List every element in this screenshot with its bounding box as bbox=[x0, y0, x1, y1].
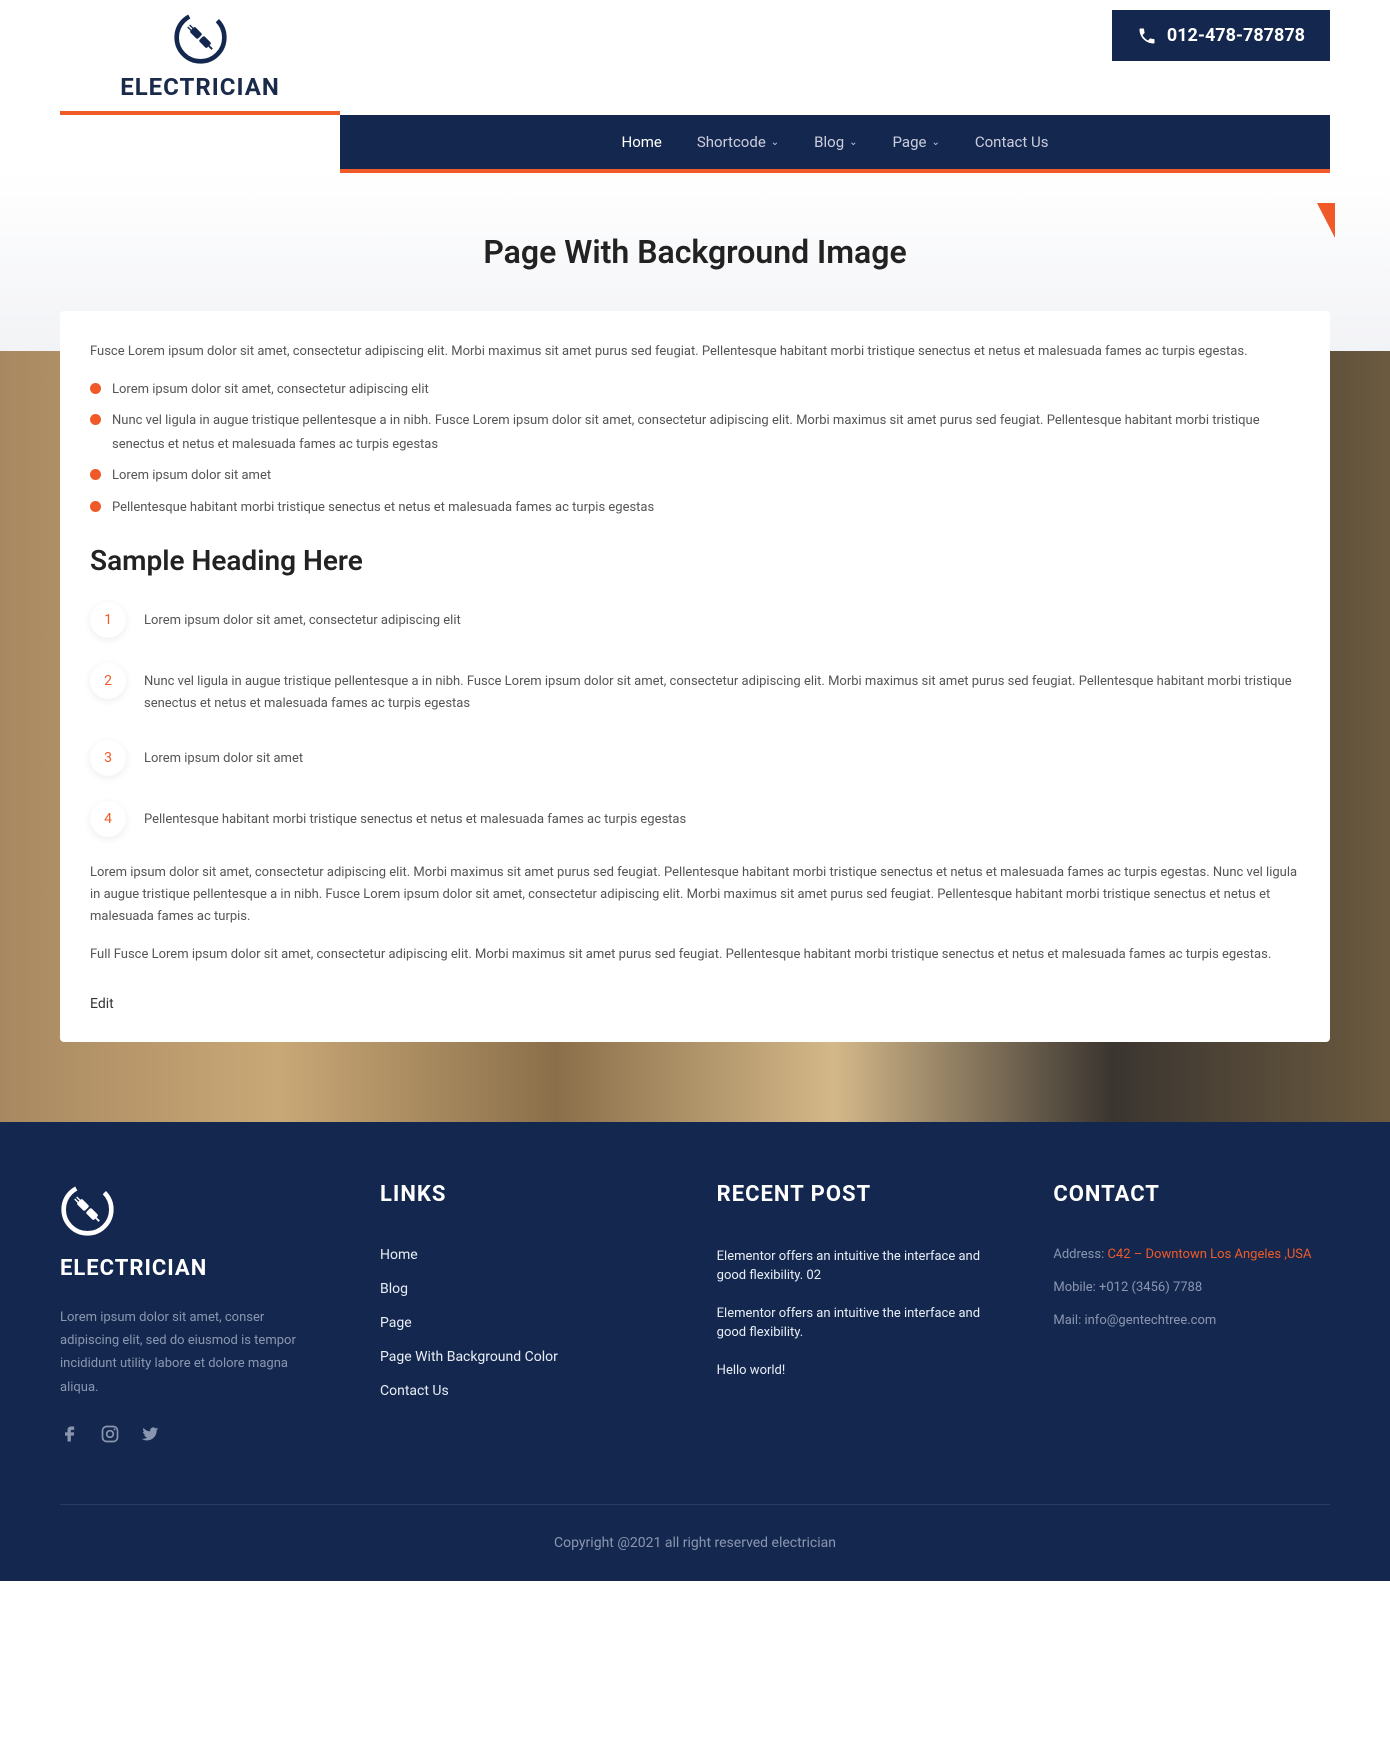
recent-post-link[interactable]: Hello world! bbox=[717, 1361, 994, 1381]
numbered-list: 1Lorem ipsum dolor sit amet, consectetur… bbox=[90, 602, 1300, 837]
numbered-item: 3Lorem ipsum dolor sit amet bbox=[90, 740, 1300, 776]
copyright-text: Copyright @2021 all right reserved elect… bbox=[60, 1504, 1330, 1551]
footer-link[interactable]: Contact Us bbox=[380, 1383, 657, 1399]
footer-links-heading: LINKS bbox=[380, 1182, 657, 1207]
nav-shortcode[interactable]: Shortcode⌄ bbox=[697, 133, 779, 151]
logo-block[interactable]: ELECTRICIAN bbox=[60, 10, 340, 115]
phone-button[interactable]: 012-478-787878 bbox=[1112, 10, 1330, 61]
chevron-down-icon: ⌄ bbox=[931, 137, 939, 148]
chevron-down-icon: ⌄ bbox=[771, 137, 779, 148]
numbered-item: 4Pellentesque habitant morbi tristique s… bbox=[90, 801, 1300, 837]
number-badge: 4 bbox=[90, 801, 126, 837]
recent-post-link[interactable]: Elementor offers an intuitive the interf… bbox=[717, 1247, 994, 1286]
twitter-icon[interactable] bbox=[140, 1424, 160, 1444]
number-badge: 1 bbox=[90, 602, 126, 638]
phone-number: 012-478-787878 bbox=[1167, 25, 1305, 46]
bullet-item: Lorem ipsum dolor sit amet, consectetur … bbox=[90, 378, 1300, 401]
instagram-icon[interactable] bbox=[100, 1424, 120, 1444]
brand-name: ELECTRICIAN bbox=[120, 73, 280, 101]
nav-blog[interactable]: Blog⌄ bbox=[814, 133, 857, 151]
facebook-icon[interactable] bbox=[60, 1424, 80, 1444]
bullet-item: Lorem ipsum dolor sit amet bbox=[90, 464, 1300, 487]
footer-link[interactable]: Page With Background Color bbox=[380, 1349, 657, 1365]
footer-recent-heading: RECENT POST bbox=[717, 1182, 994, 1207]
recent-post-link[interactable]: Elementor offers an intuitive the interf… bbox=[717, 1304, 994, 1343]
chevron-down-icon: ⌄ bbox=[849, 137, 857, 148]
footer-brand: ELECTRICIAN bbox=[60, 1256, 320, 1281]
sample-heading: Sample Heading Here bbox=[90, 544, 1300, 577]
plug-logo-icon bbox=[173, 10, 228, 65]
content-card: Fusce Lorem ipsum dolor sit amet, consec… bbox=[60, 311, 1330, 1042]
number-badge: 3 bbox=[90, 740, 126, 776]
footer-link[interactable]: Home bbox=[380, 1247, 657, 1263]
numbered-item: 2Nunc vel ligula in augue tristique pell… bbox=[90, 663, 1300, 715]
numbered-item: 1Lorem ipsum dolor sit amet, consectetur… bbox=[90, 602, 1300, 638]
contact-mail: Mail: info@gentechtree.com bbox=[1053, 1313, 1330, 1328]
footer-link[interactable]: Blog bbox=[380, 1281, 657, 1297]
nav-home[interactable]: Home bbox=[622, 133, 662, 151]
footer-link[interactable]: Page bbox=[380, 1315, 657, 1331]
intro-paragraph: Fusce Lorem ipsum dolor sit amet, consec… bbox=[90, 341, 1300, 363]
paragraph-2: Lorem ipsum dolor sit amet, consectetur … bbox=[90, 862, 1300, 928]
main-nav: Home Shortcode⌄ Blog⌄ Page⌄ Contact Us bbox=[340, 115, 1330, 173]
footer-plug-logo-icon bbox=[60, 1182, 115, 1237]
page-title: Page With Background Image bbox=[0, 233, 1390, 271]
bullet-list: Lorem ipsum dolor sit amet, consectetur … bbox=[90, 378, 1300, 519]
phone-icon bbox=[1137, 26, 1157, 46]
contact-address: Address: C42 – Downtown Los Angeles ,USA bbox=[1053, 1247, 1330, 1262]
nav-page[interactable]: Page⌄ bbox=[893, 133, 940, 151]
number-badge: 2 bbox=[90, 663, 126, 699]
nav-accent-decoration bbox=[1317, 203, 1335, 238]
footer: ELECTRICIAN Lorem ipsum dolor sit amet, … bbox=[0, 1122, 1390, 1582]
footer-contact-heading: CONTACT bbox=[1053, 1182, 1330, 1207]
edit-link[interactable]: Edit bbox=[90, 996, 114, 1012]
nav-contact[interactable]: Contact Us bbox=[975, 133, 1049, 151]
bullet-item: Nunc vel ligula in augue tristique pelle… bbox=[90, 409, 1300, 456]
paragraph-3: Full Fusce Lorem ipsum dolor sit amet, c… bbox=[90, 944, 1300, 966]
bullet-item: Pellentesque habitant morbi tristique se… bbox=[90, 496, 1300, 519]
contact-mobile: Mobile: +012 (3456) 7788 bbox=[1053, 1280, 1330, 1295]
footer-description: Lorem ipsum dolor sit amet, conser adipi… bbox=[60, 1306, 320, 1400]
